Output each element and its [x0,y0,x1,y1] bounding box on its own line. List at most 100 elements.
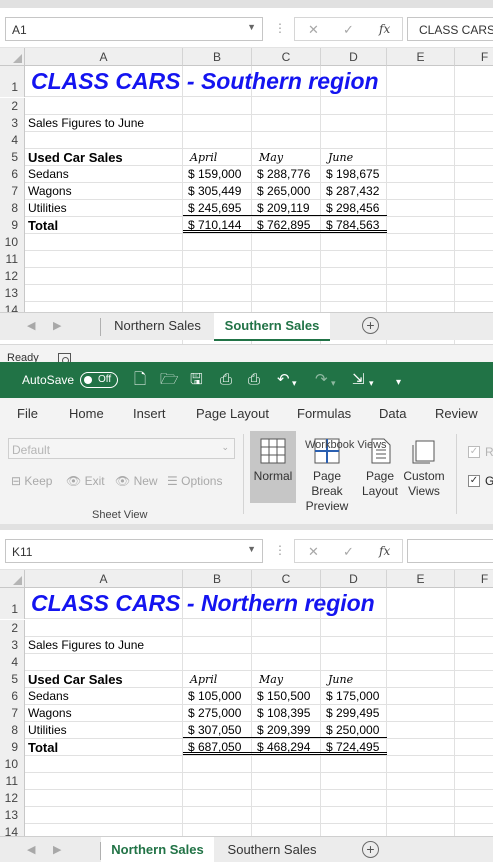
menu-page-layout[interactable]: Page Layout [196,406,269,421]
column-header[interactable]: B [183,48,252,66]
row-label-cell[interactable]: Sedans [28,688,69,704]
month-header-cell[interactable]: May [259,149,283,165]
row-label-cell[interactable]: Total [28,739,58,755]
row-header[interactable]: 3 [0,115,25,132]
autosave-toggle[interactable]: Off [80,372,118,388]
macro-record-icon[interactable] [58,353,71,362]
menu-insert[interactable]: Insert [133,406,166,421]
column-header[interactable]: F [455,48,493,66]
more-options-icon[interactable]: ⋮ [274,21,286,35]
month-header-cell[interactable]: April [190,671,217,687]
name-box[interactable]: K11 ▼ [5,539,263,563]
scroll-right-icon[interactable]: ▶ [53,319,61,332]
menu-data[interactable]: Data [379,406,406,421]
row-header[interactable]: 6 [0,166,25,183]
column-header[interactable]: C [252,570,321,588]
subtitle-cell[interactable]: Sales Figures to June [28,637,144,653]
row-header[interactable]: 2 [0,98,25,115]
row-header[interactable]: 9 [0,217,25,234]
cancel-icon[interactable]: ✕ [308,544,319,560]
column-header[interactable]: C [252,48,321,66]
insert-function-icon[interactable]: fx [379,22,390,36]
tab-southern-sales[interactable]: Southern Sales [214,837,330,862]
value-cell[interactable]: $ 724,495 [321,739,387,755]
value-cell[interactable]: $ 209,119 [252,200,321,216]
value-cell[interactable]: $ 108,395 [252,705,321,721]
header-label-cell[interactable]: Used Car Sales [28,149,123,165]
value-cell[interactable]: $ 198,675 [321,166,387,182]
scroll-right-icon[interactable]: ▶ [53,843,61,856]
menu-home[interactable]: Home [69,406,104,421]
more-options-icon[interactable]: ⋮ [274,543,286,557]
row-header[interactable]: 10 [0,756,25,773]
month-header-cell[interactable]: June [328,671,353,687]
cancel-icon[interactable]: ✕ [308,22,319,38]
value-cell[interactable]: $ 265,000 [252,183,321,199]
value-cell[interactable]: $ 209,399 [252,722,321,738]
name-box[interactable]: A1 ▼ [5,17,263,41]
select-all-corner[interactable] [0,48,25,66]
enter-check-icon[interactable]: ✓ [343,22,354,38]
touch-mode-icon[interactable]: ⇲ [352,371,365,389]
column-header[interactable]: A [25,48,183,66]
row-label-cell[interactable]: Total [28,217,58,233]
row-header[interactable]: 7 [0,705,25,722]
value-cell[interactable]: $ 307,050 [183,722,252,738]
header-label-cell[interactable]: Used Car Sales [28,671,123,687]
column-header[interactable]: A [25,570,183,588]
value-cell[interactable]: $ 305,449 [183,183,252,199]
value-cell[interactable]: $ 710,144 [183,217,252,233]
value-cell[interactable]: $ 762,895 [252,217,321,233]
value-cell[interactable]: $ 159,000 [183,166,252,182]
options-button[interactable]: ☰ Options [167,474,222,488]
sheet-view-dropdown[interactable]: Default ⌄ [8,438,235,459]
column-header[interactable]: D [321,48,387,66]
value-cell[interactable]: $ 175,000 [321,688,387,704]
row-header[interactable]: 9 [0,739,25,756]
value-cell[interactable]: $ 105,000 [183,688,252,704]
value-cell[interactable]: $ 287,432 [321,183,387,199]
enter-check-icon[interactable]: ✓ [343,544,354,560]
row-header[interactable]: 2 [0,620,25,637]
month-header-cell[interactable]: April [190,149,217,165]
normal-view-button[interactable]: Normal [250,431,296,503]
tab-northern-sales[interactable]: Northern Sales [101,837,214,862]
row-header[interactable]: 13 [0,285,25,302]
exit-button[interactable]: 👁 Exit [66,474,105,488]
row-header[interactable]: 10 [0,234,25,251]
sheet-title[interactable]: CLASS CARS - Southern region [31,66,379,97]
gridlines-checkbox[interactable]: ✓ [468,475,480,487]
keep-button[interactable]: ⊟ Keep [11,474,52,488]
print-icon[interactable]: ⎙ [248,371,260,389]
column-header[interactable]: E [387,48,455,66]
value-cell[interactable]: $ 298,456 [321,200,387,216]
month-header-cell[interactable]: May [259,671,283,687]
row-header[interactable]: 12 [0,268,25,285]
print-preview-icon[interactable]: ⎙ [220,371,232,389]
tab-southern-sales[interactable]: Southern Sales [214,313,330,341]
column-header[interactable]: E [387,570,455,588]
worksheet-grid[interactable]: A B C D E F 1 CLASS CARS - Northern region 2 3 Sal… [0,570,493,862]
redo-dropdown-icon[interactable]: ▾ [331,374,336,392]
row-label-cell[interactable]: Wagons [28,705,72,721]
value-cell[interactable]: $ 288,776 [252,166,321,182]
new-view-button[interactable]: 👁 New [115,474,158,488]
scroll-left-icon[interactable]: ◀ [27,843,35,856]
value-cell[interactable]: $ 150,500 [252,688,321,704]
worksheet-grid[interactable]: A B C D E F 1 CLASS CARS - Southern region 2 3 Sal… [0,48,493,362]
menu-formulas[interactable]: Formulas [297,406,351,421]
menu-file[interactable]: File [17,406,38,421]
row-header[interactable]: 11 [0,773,25,790]
row-label-cell[interactable]: Utilities [28,722,67,738]
row-header[interactable]: 7 [0,183,25,200]
value-cell[interactable]: $ 784,563 [321,217,387,233]
select-all-corner[interactable] [0,570,25,588]
new-file-icon[interactable]: 🗋 [134,371,146,389]
row-header[interactable]: 11 [0,251,25,268]
value-cell[interactable]: $ 250,000 [321,722,387,738]
row-label-cell[interactable]: Wagons [28,183,72,199]
row-header[interactable]: 12 [0,790,25,807]
row-header[interactable]: 4 [0,654,25,671]
open-folder-icon[interactable]: 🗁 [160,371,179,389]
add-sheet-icon[interactable]: + [362,317,379,334]
